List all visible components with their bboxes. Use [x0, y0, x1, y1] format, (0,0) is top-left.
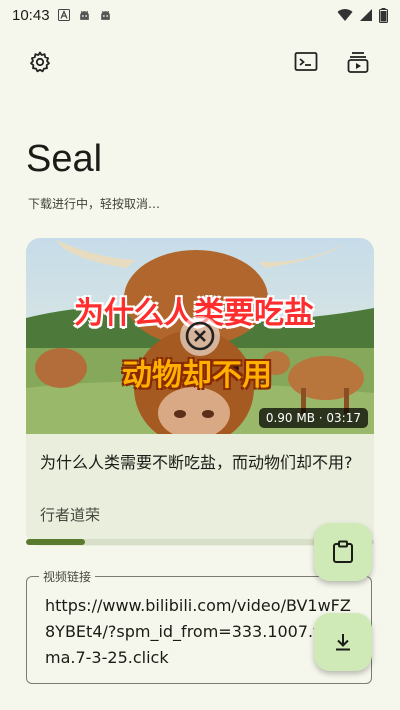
playlist-icon — [347, 52, 369, 73]
status-bar-left: 10:43 — [12, 7, 112, 24]
video-card[interactable]: 为什么人类要吃盐 动物却不用 0.90 MB · 03:17 为什么人类需要不断… — [26, 238, 374, 546]
terminal-button[interactable] — [292, 48, 320, 76]
page-title: Seal — [26, 138, 103, 180]
android-icon — [79, 10, 89, 20]
clipboard-icon — [333, 540, 353, 563]
video-url-label: 视频链接 — [39, 568, 96, 585]
page-subtitle[interactable]: 下载进行中，轻按取消… — [28, 195, 160, 212]
gear-icon — [30, 51, 50, 73]
signal-icon — [360, 9, 372, 21]
cancel-icon[interactable] — [178, 314, 222, 358]
video-size-duration-badge: 0.90 MB · 03:17 — [258, 408, 368, 428]
wifi-icon — [337, 9, 353, 21]
download-button[interactable] — [314, 613, 372, 671]
video-uploader: 行者道荣 — [40, 506, 101, 524]
status-bar-right — [337, 7, 388, 23]
video-thumbnail[interactable]: 为什么人类要吃盐 动物却不用 0.90 MB · 03:17 — [26, 238, 374, 434]
terminal-icon — [294, 52, 318, 71]
download-queue-button[interactable] — [344, 48, 372, 76]
status-time: 10:43 — [12, 6, 50, 24]
download-progress-fill — [26, 539, 86, 545]
download-icon — [336, 634, 350, 651]
status-bar: 10:43 — [0, 0, 400, 30]
settings-button[interactable] — [26, 48, 54, 76]
video-url-input[interactable]: https://www.bilibili.com/video/BV1wFZ8YB… — [45, 593, 355, 671]
battery-icon — [379, 7, 388, 23]
a-icon — [57, 9, 70, 21]
android-icon — [100, 10, 110, 20]
paste-button[interactable] — [314, 523, 372, 581]
video-title: 为什么人类需要不断吃盐，而动物们却不用? — [40, 453, 353, 472]
